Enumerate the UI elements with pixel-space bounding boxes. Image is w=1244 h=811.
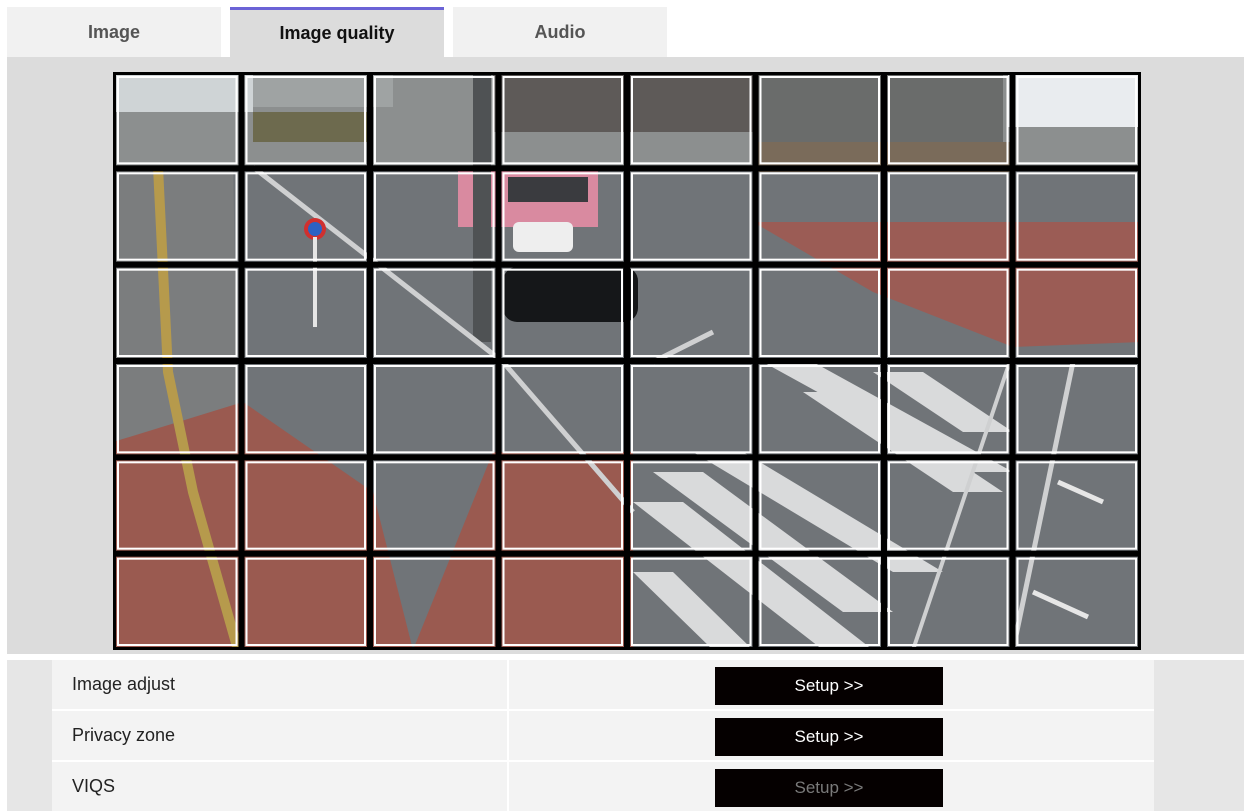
tab-image-label: Image — [87, 21, 141, 42]
grid-line-horizontal — [113, 647, 1141, 650]
tab-audio-label: Audio — [534, 21, 586, 42]
privacy-zone-setup-button[interactable]: Setup >> — [715, 718, 943, 756]
privacy-zone-label: Privacy zone — [52, 711, 509, 760]
tab-image[interactable]: Image — [7, 7, 221, 57]
settings-right-margin — [1154, 660, 1244, 811]
tab-image-quality[interactable]: Image quality — [230, 7, 444, 57]
tab-audio[interactable]: Audio — [453, 7, 667, 57]
settings-row-viqs: VIQS Setup >> — [52, 762, 1154, 811]
settings-table: Image adjust Setup >> Privacy zone Setup… — [52, 660, 1154, 811]
grid-line-horizontal — [113, 165, 1141, 172]
settings-row-privacy-zone: Privacy zone Setup >> — [52, 711, 1154, 760]
camera-preview-image — [113, 72, 1141, 650]
grid-line-horizontal — [113, 550, 1141, 557]
grid-line-horizontal — [113, 261, 1141, 268]
grid-line-horizontal — [113, 72, 1141, 75]
grid-line-horizontal — [113, 454, 1141, 461]
tab-bar: Image Image quality Audio — [0, 0, 1244, 57]
camera-preview — [113, 72, 1141, 650]
grid-line-horizontal — [113, 358, 1141, 364]
image-adjust-setup-button[interactable]: Setup >> — [715, 667, 943, 705]
viqs-setup-button: Setup >> — [715, 769, 943, 807]
tab-image-quality-label: Image quality — [279, 23, 395, 43]
viqs-label: VIQS — [52, 762, 509, 811]
settings-left-margin — [7, 660, 52, 811]
image-adjust-label: Image adjust — [52, 660, 509, 709]
settings-row-image-adjust: Image adjust Setup >> — [52, 660, 1154, 709]
